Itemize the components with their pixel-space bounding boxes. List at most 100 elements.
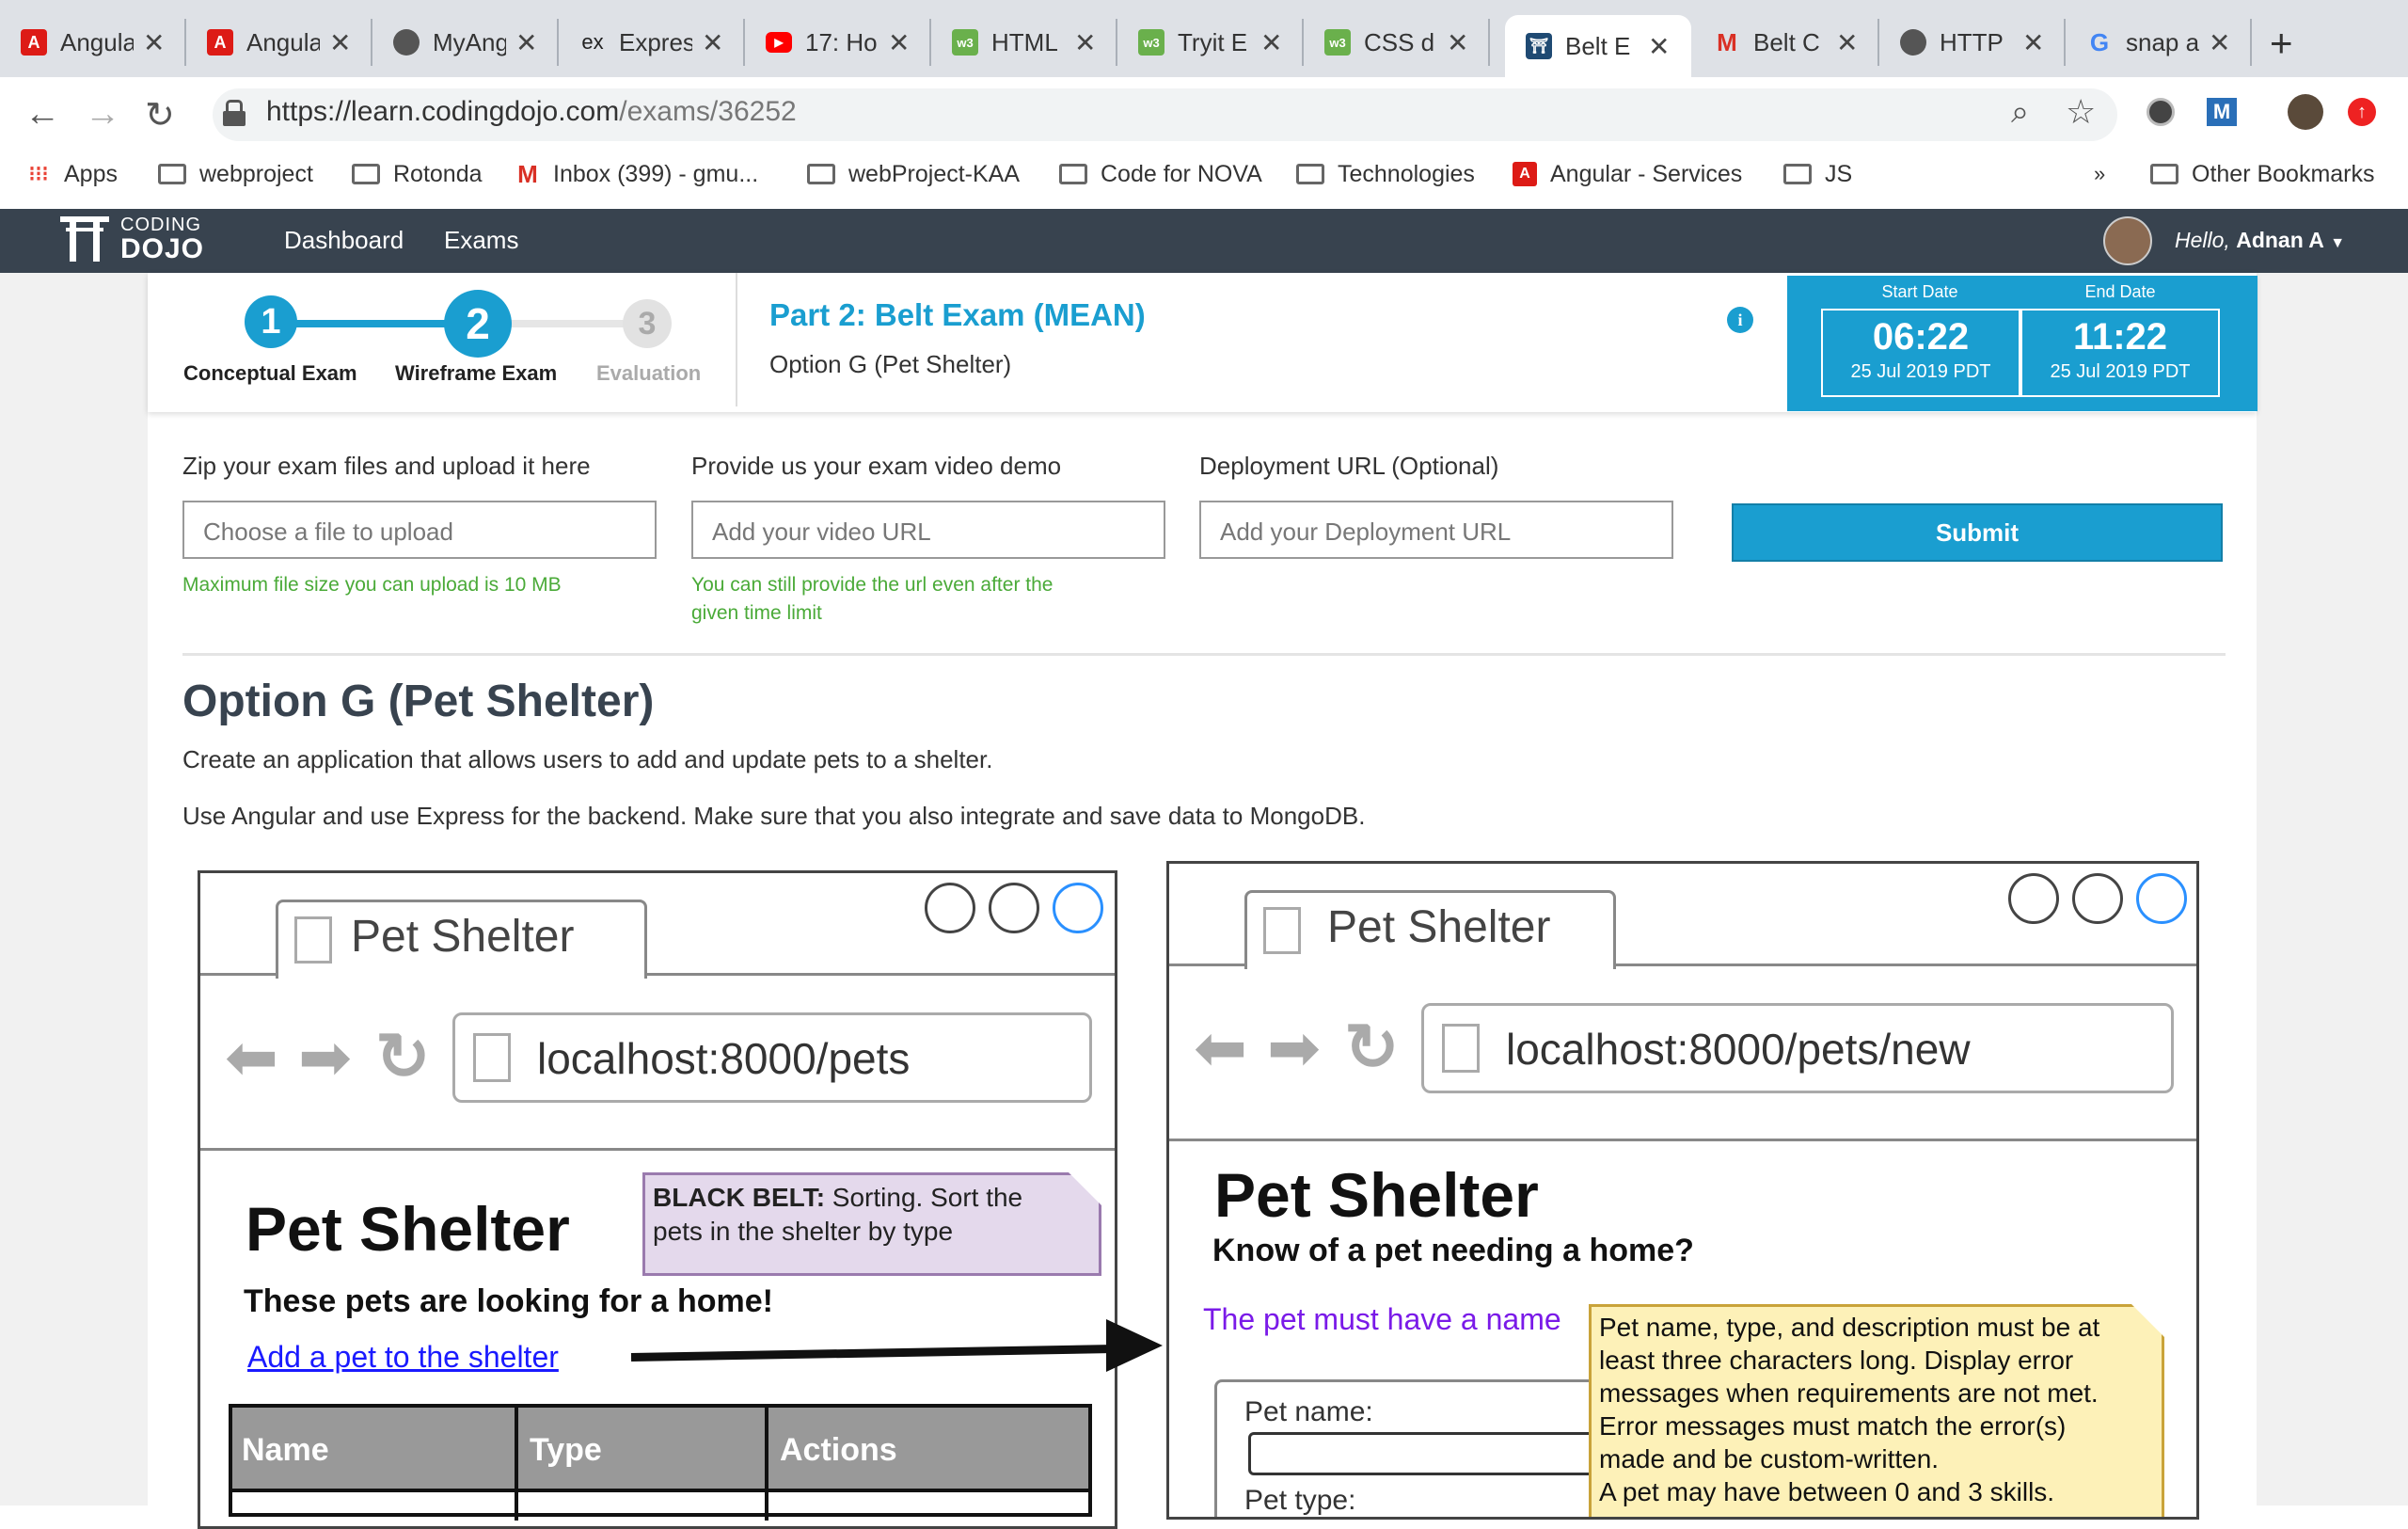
exam-description-2: Use Angular and use Express for the back… bbox=[182, 802, 1366, 830]
document-icon bbox=[294, 916, 332, 964]
browser-tab[interactable]: w3 CSS d ✕ bbox=[1304, 19, 1490, 66]
note-fold bbox=[2129, 1301, 2166, 1339]
close-tab-icon[interactable]: ✕ bbox=[1447, 27, 1468, 58]
close-tab-icon[interactable]: ✕ bbox=[1074, 27, 1096, 58]
end-time: 11:22 bbox=[2072, 316, 2168, 358]
browser-tab[interactable]: M Belt C ✕ bbox=[1693, 19, 1879, 66]
forward-arrow-icon[interactable]: → bbox=[85, 94, 120, 135]
document-icon bbox=[1442, 1024, 1480, 1073]
mock-forward-icon: ➡ bbox=[298, 1022, 352, 1093]
browser-tab[interactable]: HTTP ✕ bbox=[1879, 19, 2066, 66]
zip-hint: Maximum file size you can upload is 10 M… bbox=[182, 574, 562, 596]
wireframe-new-pet: Pet Shelter ⬅ ➡ ↻ localhost:8000/pets/ne… bbox=[1166, 861, 2199, 1520]
gmail-icon: M bbox=[517, 159, 538, 188]
bookmark-item[interactable]: A Angular - Services bbox=[1513, 158, 1742, 190]
mock-name-input bbox=[1248, 1432, 1643, 1475]
mock-subheading: These pets are looking for a home! bbox=[244, 1283, 774, 1319]
reload-icon[interactable]: ↻ bbox=[145, 94, 175, 136]
video-url-input[interactable]: Add your video URL bbox=[691, 501, 1165, 559]
dark-mode-extension-icon[interactable] bbox=[2147, 98, 2175, 126]
exam-title: Part 2: Belt Exam (MEAN) bbox=[769, 297, 1146, 332]
close-tab-icon[interactable]: ✕ bbox=[329, 27, 351, 58]
bookmark-item[interactable]: Rotonda bbox=[352, 158, 483, 190]
angular-icon: A bbox=[1513, 162, 1537, 186]
end-date-label: End Date bbox=[2084, 282, 2156, 301]
folder-icon bbox=[1059, 164, 1087, 184]
end-date: 25 Jul 2019 PDT bbox=[2050, 361, 2191, 382]
window-circle-icon bbox=[989, 883, 1039, 933]
lock-icon-body bbox=[223, 111, 246, 126]
extension-m-icon[interactable]: M bbox=[2207, 98, 2237, 126]
user-avatar[interactable] bbox=[2103, 216, 2152, 265]
close-tab-icon[interactable]: ✕ bbox=[515, 27, 537, 58]
youtube-icon: ▶ bbox=[766, 32, 792, 53]
deployment-url-input[interactable]: Add your Deployment URL bbox=[1199, 501, 1673, 559]
bookmark-item[interactable]: M Inbox (399) - gmu... bbox=[515, 158, 758, 190]
bookmark-item[interactable]: Technologies bbox=[1296, 158, 1475, 190]
url-text[interactable]: https://learn.codingdojo.com/exams/36252 bbox=[266, 96, 797, 128]
bookmark-item[interactable]: Code for NOVA bbox=[1059, 158, 1262, 190]
mock-tab-title: Pet Shelter bbox=[351, 912, 575, 962]
close-tab-icon[interactable]: ✕ bbox=[2022, 27, 2044, 58]
close-tab-icon[interactable]: ✕ bbox=[888, 27, 910, 58]
close-tab-icon[interactable]: ✕ bbox=[1836, 27, 1858, 58]
mock-address-text: localhost:8000/pets bbox=[537, 1034, 911, 1083]
bookmark-apps[interactable]: ⁝⁝⁝ Apps bbox=[26, 158, 118, 190]
folder-icon bbox=[807, 164, 835, 184]
flow-arrow-shaft bbox=[630, 1344, 1115, 1362]
bookmark-other[interactable]: Other Bookmarks bbox=[2150, 158, 2375, 190]
browser-tab[interactable]: A Angula ✕ bbox=[186, 19, 372, 66]
bookmark-star-icon[interactable]: ☆ bbox=[2066, 92, 2096, 132]
close-tab-icon[interactable]: ✕ bbox=[1648, 31, 1670, 62]
step-3-circle: 3 bbox=[623, 299, 672, 348]
greeting-text: Hello, bbox=[2175, 228, 2230, 252]
user-menu[interactable]: Hello, Adnan A ▼ bbox=[2175, 228, 2345, 253]
browser-tab[interactable]: ▶ 17: Ho ✕ bbox=[745, 19, 931, 66]
exam-heading: Option G (Pet Shelter) bbox=[182, 677, 655, 726]
back-arrow-icon[interactable]: ← bbox=[24, 94, 60, 135]
gmail-icon: M bbox=[1717, 27, 1737, 56]
video-hint-line-2: given time limit bbox=[691, 602, 822, 624]
browser-tab[interactable]: w3 HTML ✕ bbox=[931, 19, 1117, 66]
bookmark-item[interactable]: webproject bbox=[158, 158, 313, 190]
zoom-icon[interactable]: ⌕ bbox=[2011, 94, 2029, 131]
close-tab-icon[interactable]: ✕ bbox=[143, 27, 165, 58]
info-icon[interactable]: i bbox=[1727, 307, 1753, 333]
folder-icon bbox=[158, 164, 186, 184]
browser-tab[interactable]: w3 Tryit E ✕ bbox=[1117, 19, 1304, 66]
close-tab-icon[interactable]: ✕ bbox=[1260, 27, 1282, 58]
nav-exams[interactable]: Exams bbox=[444, 226, 518, 255]
mock-reload-icon: ↻ bbox=[375, 1020, 431, 1093]
close-tab-icon[interactable]: ✕ bbox=[2209, 27, 2230, 58]
submit-button[interactable]: Submit bbox=[1732, 503, 2223, 562]
new-tab-button[interactable]: + bbox=[2270, 21, 2293, 66]
file-upload-input[interactable]: Choose a file to upload bbox=[182, 501, 657, 559]
update-icon[interactable]: ↑ bbox=[2348, 98, 2376, 126]
black-belt-note: BLACK BELT: Sorting. Sort the pets in the… bbox=[642, 1172, 1101, 1276]
profile-avatar[interactable] bbox=[2288, 94, 2323, 130]
start-date: 25 Jul 2019 PDT bbox=[1850, 361, 1991, 382]
exam-description-1: Create an application that allows users … bbox=[182, 745, 993, 773]
folder-icon bbox=[2150, 164, 2178, 184]
browser-tab[interactable]: ex Expres ✕ bbox=[559, 19, 745, 66]
bookmark-item[interactable]: webProject-KAA bbox=[807, 158, 1020, 190]
step-3-label: Evaluation bbox=[596, 361, 702, 385]
close-tab-icon[interactable]: ✕ bbox=[702, 27, 723, 58]
step-1-circle: 1 bbox=[245, 295, 297, 348]
mock-table: Name Type Actions bbox=[229, 1404, 1092, 1521]
mock-reload-icon: ↻ bbox=[1344, 1011, 1400, 1084]
folder-icon bbox=[352, 164, 380, 184]
step-1-label: Conceptual Exam bbox=[183, 361, 357, 385]
globe-icon bbox=[1900, 29, 1926, 56]
browser-tab[interactable]: A Angula ✕ bbox=[0, 19, 186, 66]
browser-tab[interactable]: G snap a ✕ bbox=[2066, 19, 2252, 66]
browser-tab[interactable]: MyAng ✕ bbox=[372, 19, 559, 66]
bookmark-item[interactable]: JS bbox=[1783, 158, 1852, 190]
bookmarks-overflow-button[interactable]: » bbox=[2094, 158, 2105, 190]
codingdojo-logo-icon[interactable] bbox=[60, 216, 109, 263]
browser-tab-active[interactable]: ⛩ Belt E ✕ bbox=[1505, 15, 1691, 77]
nav-dashboard[interactable]: Dashboard bbox=[284, 226, 404, 255]
validation-note: Pet name, type, and description must be … bbox=[1589, 1304, 2164, 1517]
window-circle-icon bbox=[1053, 883, 1103, 933]
mock-forward-icon: ➡ bbox=[1267, 1012, 1321, 1084]
